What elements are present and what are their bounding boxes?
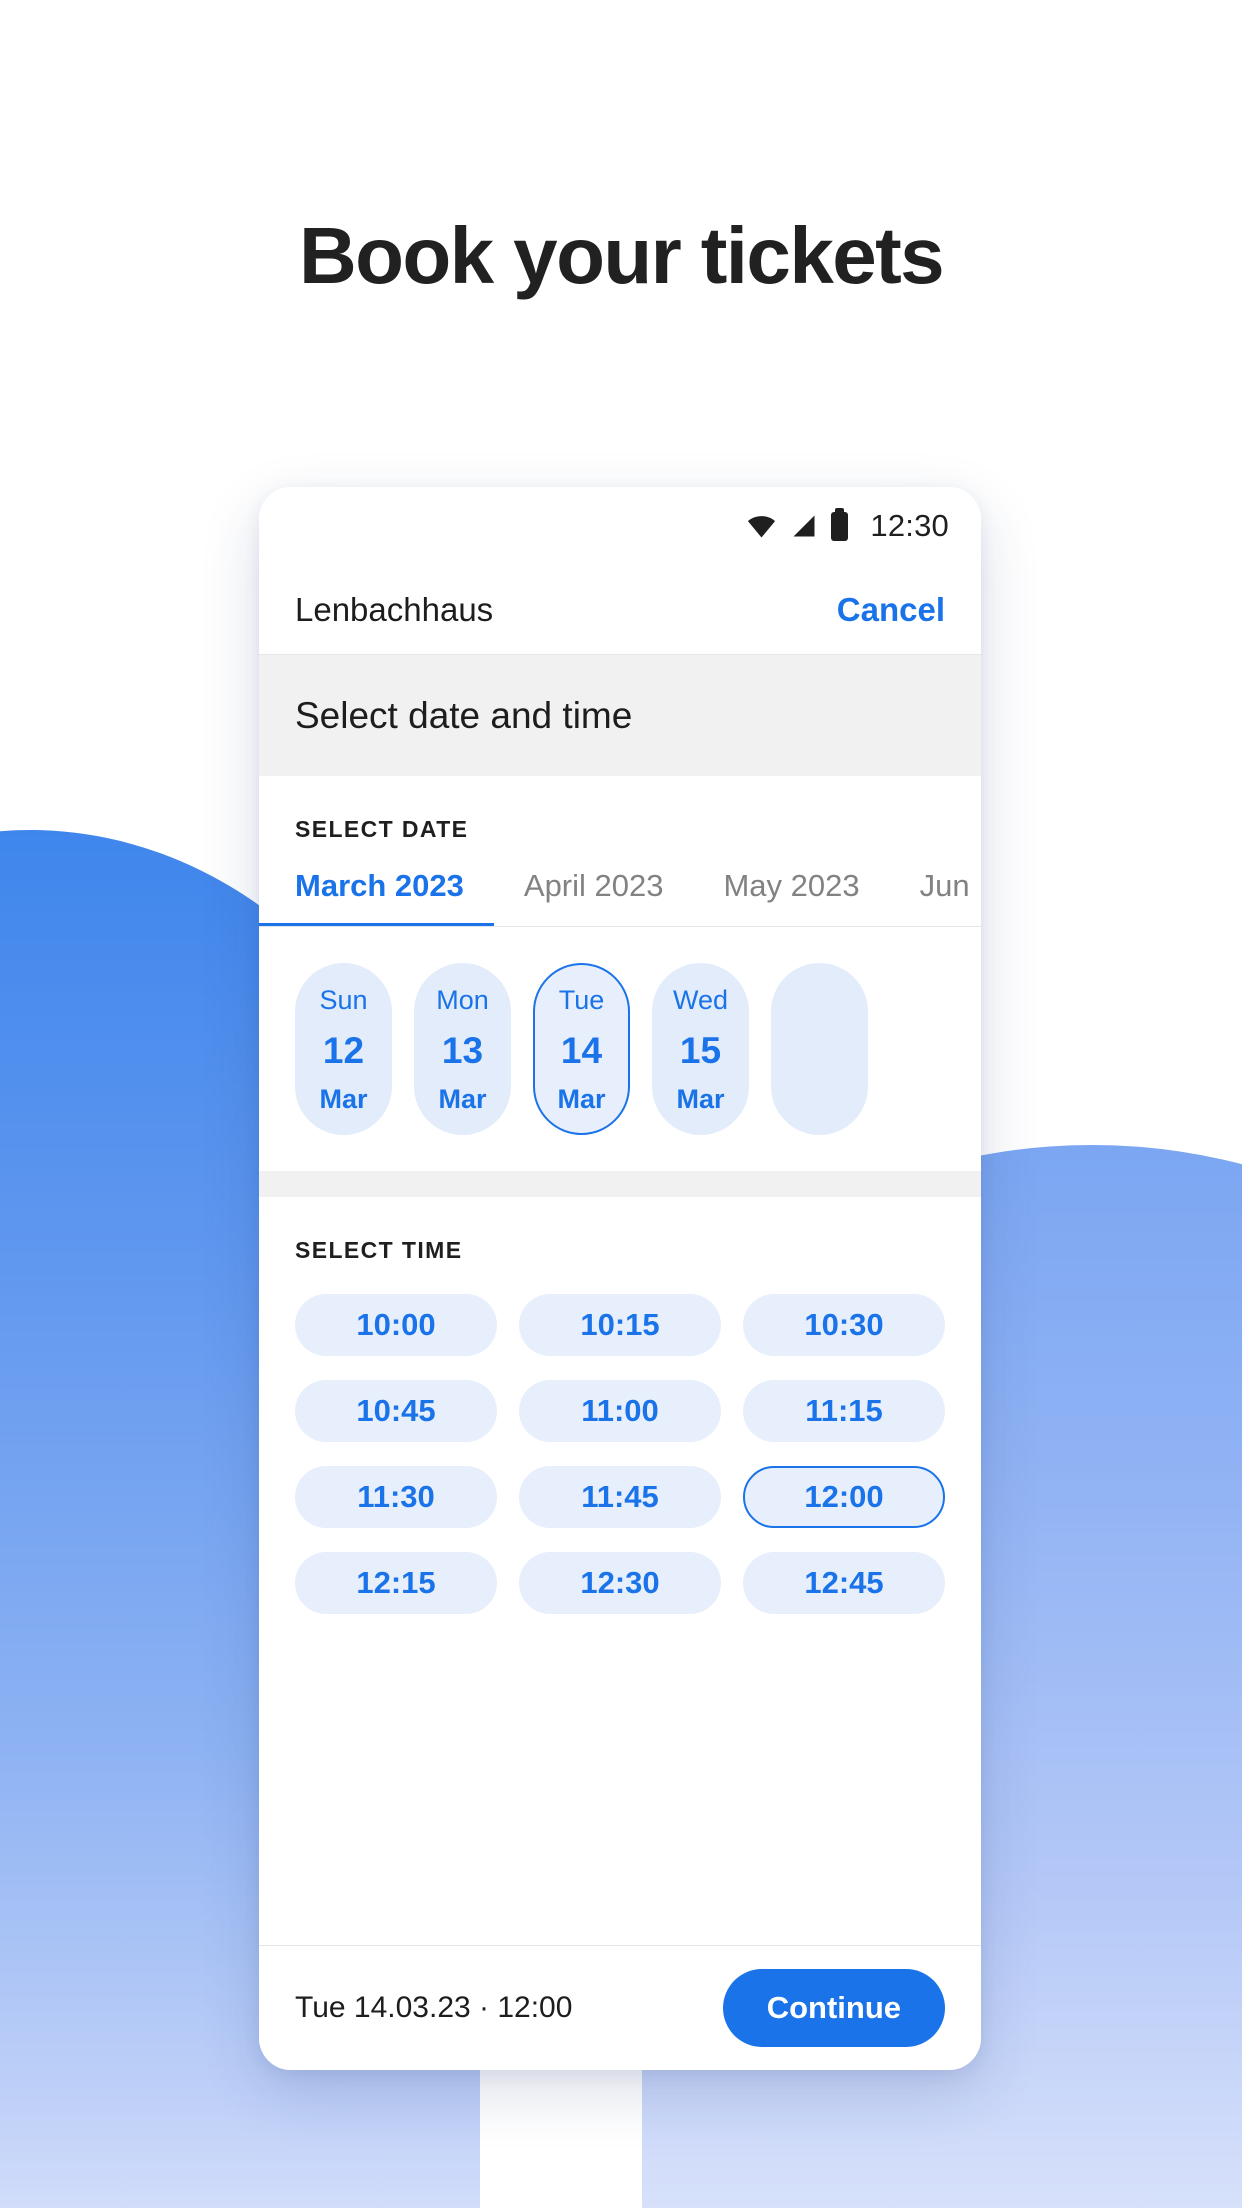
date-chip-row[interactable]: Sun 12 Mar Mon 13 Mar Tue 14 Mar Wed 15 (259, 927, 981, 1171)
time-slot-10[interactable]: 12:30 (519, 1552, 721, 1615)
time-slot-9[interactable]: 12:15 (295, 1552, 497, 1615)
tab-month-0[interactable]: March 2023 (259, 869, 494, 927)
month-tab-bar[interactable]: March 2023 April 2023 May 2023 Jun (259, 869, 981, 928)
date-chip-day: 15 (679, 1029, 722, 1071)
status-bar: 12:30 (259, 487, 981, 565)
time-slot-0[interactable]: 10:00 (295, 1294, 497, 1357)
phone-mockup: 12:30 Lenbachhaus Cancel Select date and… (259, 487, 981, 2070)
select-time-label: SELECT TIME (295, 1237, 463, 1264)
continue-button[interactable]: Continue (722, 1969, 945, 2047)
date-chip-4[interactable] (771, 963, 868, 1136)
time-slot-3[interactable]: 10:45 (295, 1380, 497, 1443)
time-slot-grid[interactable]: 10:00 10:15 10:30 10:45 11:00 11:15 11:3… (259, 1264, 981, 1615)
status-icon-group: 12:30 (746, 507, 949, 544)
sheet-heading: Select date and time (259, 655, 981, 776)
time-slot-5[interactable]: 11:15 (743, 1380, 945, 1443)
date-chip-day: 14 (560, 1029, 603, 1071)
date-chip-month: Mar (557, 1084, 606, 1115)
tab-month-1[interactable]: April 2023 (494, 869, 694, 926)
date-chip-dow: Sun (319, 985, 368, 1016)
cancel-button[interactable]: Cancel (837, 591, 945, 629)
time-slot-6[interactable]: 11:30 (295, 1466, 497, 1529)
date-chip-2[interactable]: Tue 14 Mar (533, 963, 630, 1136)
date-chip-dow: Mon (436, 985, 489, 1016)
wifi-icon (748, 515, 776, 537)
date-chip-dow: Tue (558, 985, 605, 1016)
status-time: 12:30 (870, 508, 949, 543)
date-chip-0[interactable]: Sun 12 Mar (295, 963, 392, 1136)
time-slot-2[interactable]: 10:30 (743, 1294, 945, 1357)
date-chip-day: 13 (441, 1029, 484, 1071)
tab-month-2[interactable]: May 2023 (693, 869, 889, 926)
date-chip-dow: Wed (672, 985, 729, 1016)
app-bar: Lenbachhaus Cancel (259, 565, 981, 655)
signal-icon (793, 515, 815, 537)
date-chip-month: Mar (319, 1084, 368, 1115)
bottom-bar: Tue 14.03.23 · 12:00 Continue (259, 1945, 981, 2070)
date-chip-month: Mar (438, 1084, 487, 1115)
time-slot-11[interactable]: 12:45 (743, 1552, 945, 1615)
date-chip-month: Mar (676, 1084, 725, 1115)
date-chip-day: 12 (322, 1029, 365, 1071)
date-chip-3[interactable]: Wed 15 Mar (652, 963, 749, 1136)
time-slot-7[interactable]: 11:45 (519, 1466, 721, 1529)
time-slot-1[interactable]: 10:15 (519, 1294, 721, 1357)
battery-icon (831, 507, 849, 541)
selection-summary: Tue 14.03.23 · 12:00 (295, 1991, 573, 2024)
screen: Book your tickets 12:30 Lenbachhaus Canc… (0, 0, 1242, 2208)
section-divider (259, 1171, 981, 1198)
venue-title: Lenbachhaus (295, 590, 494, 628)
time-slot-8[interactable]: 12:00 (743, 1466, 945, 1529)
page-title: Book your tickets (298, 211, 945, 300)
sheet-body: SELECT DATE March 2023 April 2023 May 20… (259, 776, 981, 1945)
time-slot-4[interactable]: 11:00 (519, 1380, 721, 1443)
tab-month-3[interactable]: Jun (890, 869, 981, 926)
date-chip-1[interactable]: Mon 13 Mar (414, 963, 511, 1136)
select-date-label: SELECT DATE (295, 816, 469, 842)
